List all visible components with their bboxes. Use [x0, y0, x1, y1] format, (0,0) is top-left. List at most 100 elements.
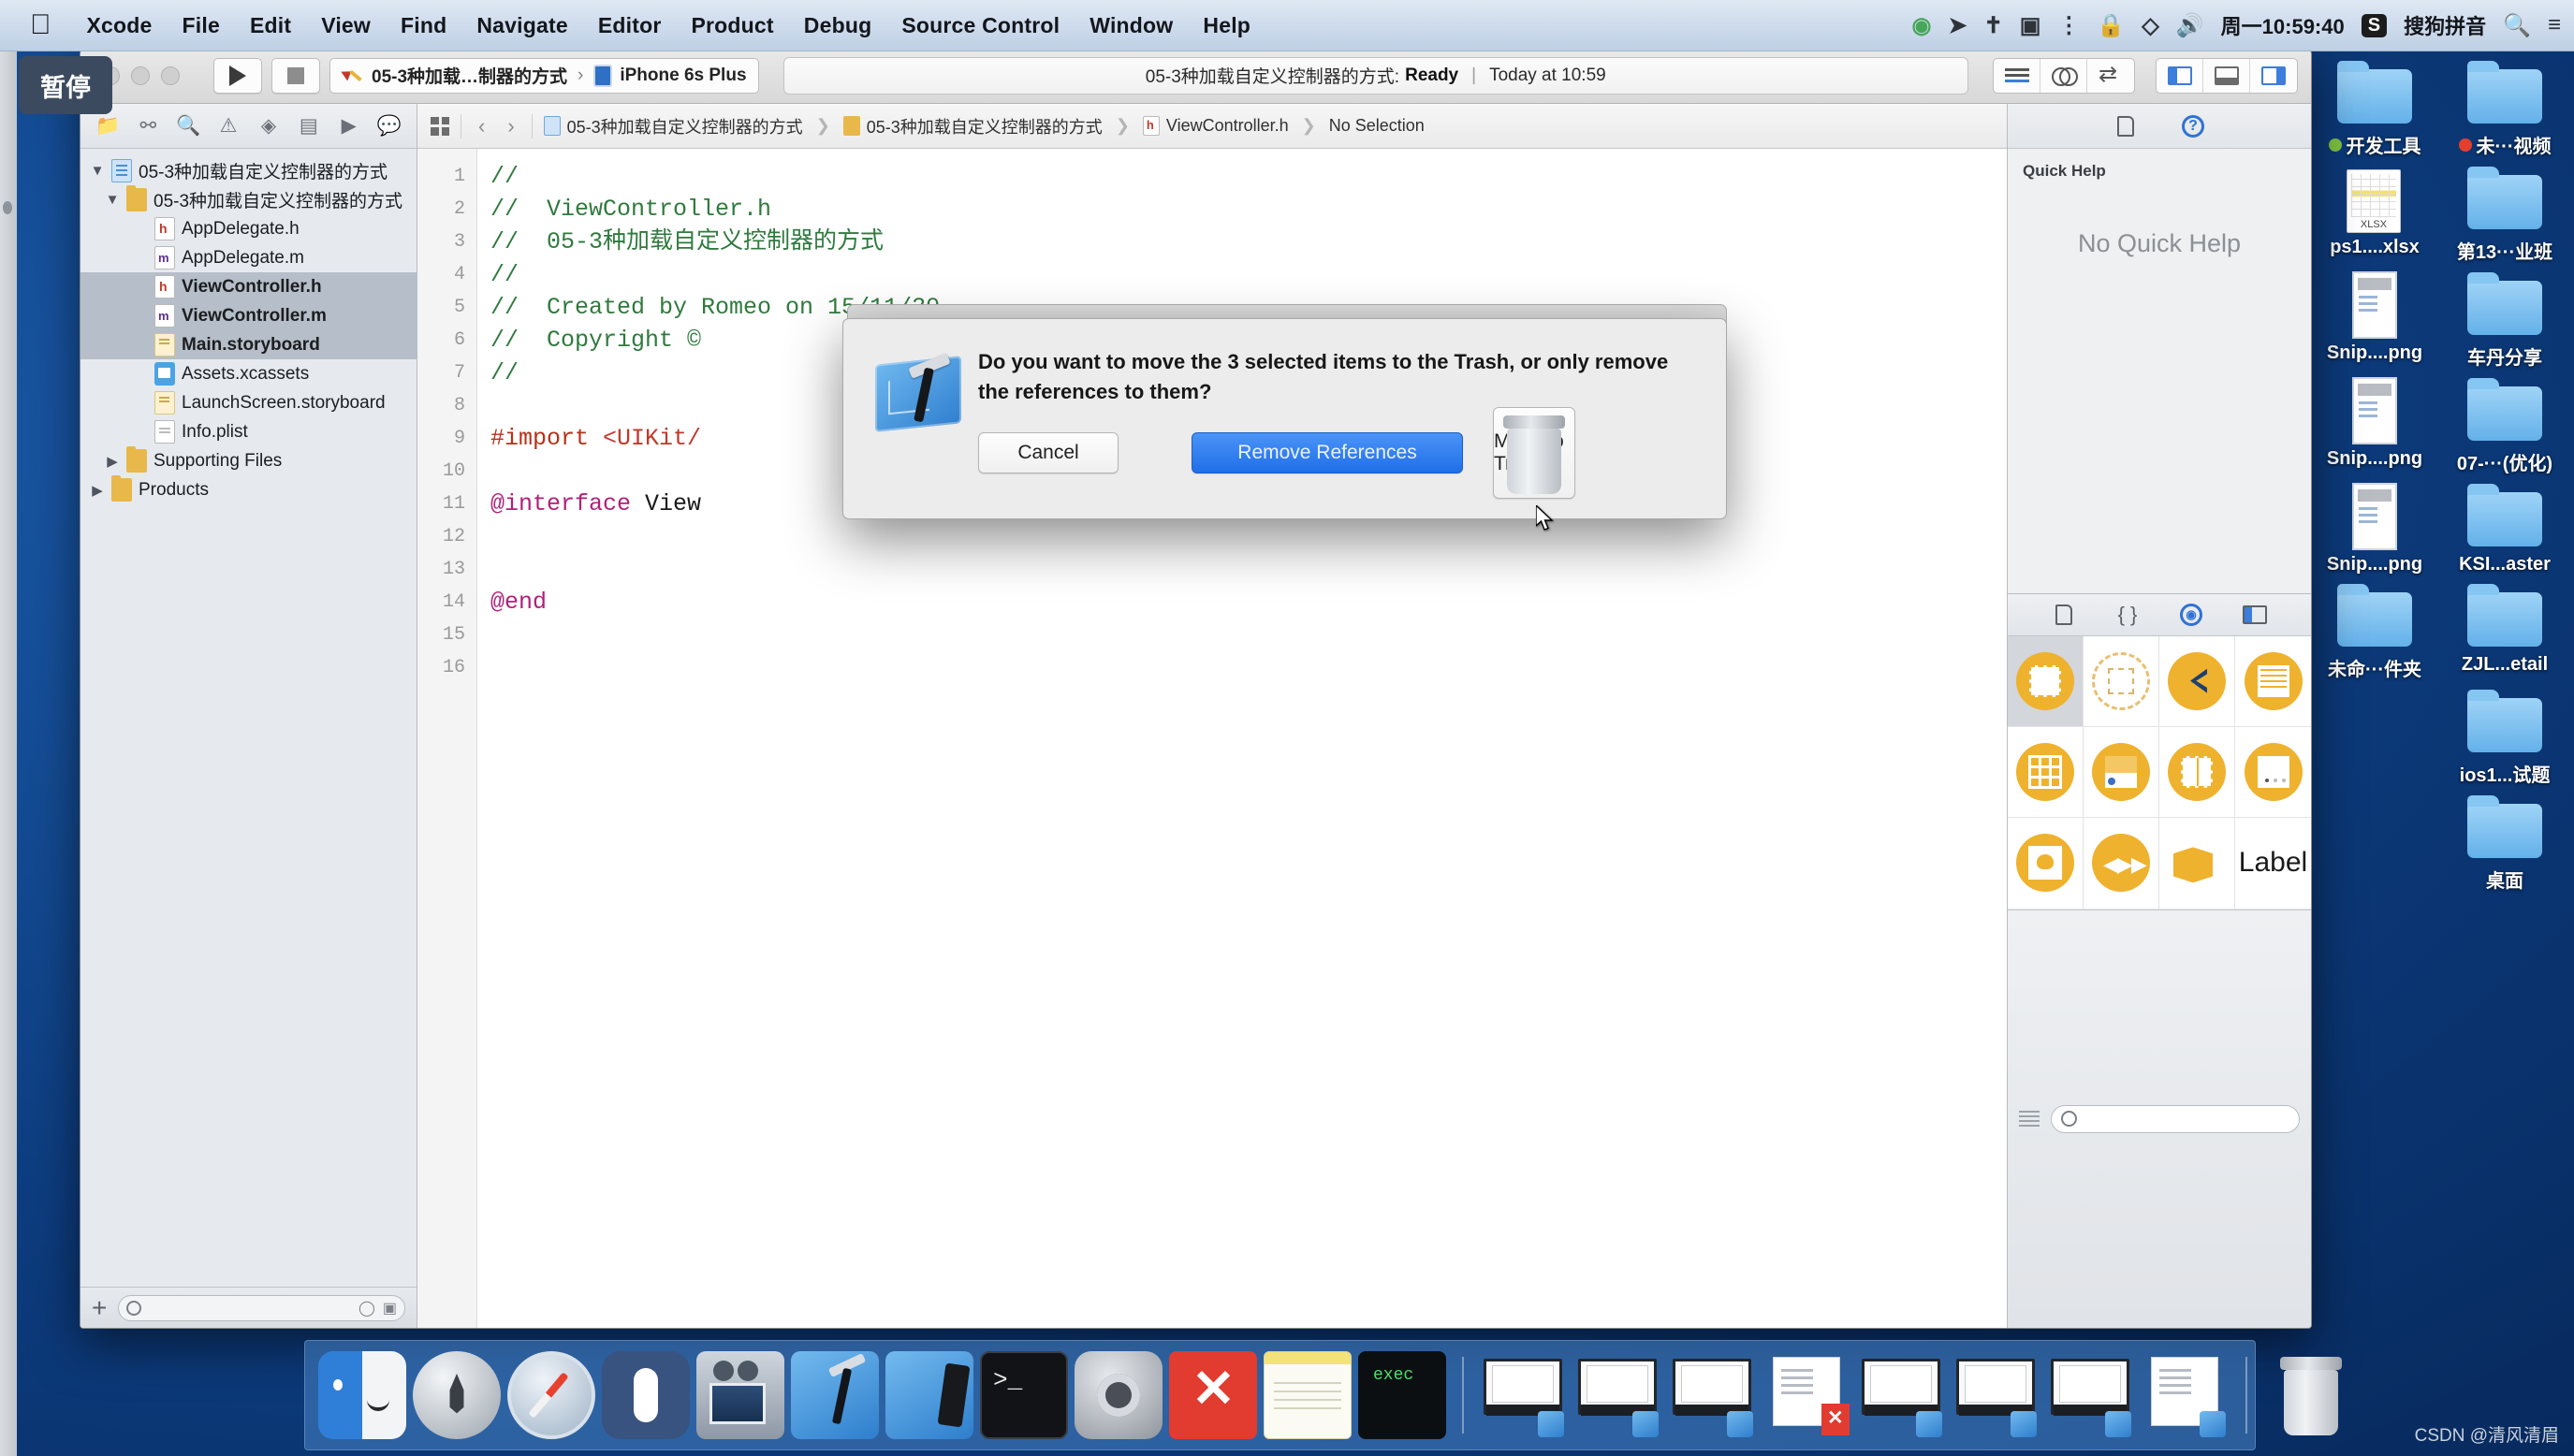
menu-item-edit[interactable]: Edit [235, 13, 306, 38]
file-tree-row[interactable]: ViewController.h [80, 272, 417, 301]
test-navigator-tab[interactable]: ◈ [255, 114, 283, 138]
navigator-filter-tail-icons[interactable]: ◯ ▣ [358, 1299, 397, 1318]
utilities-panel[interactable]: ? Quick Help No Quick Help { } ◉ ◀▶▶ Lab… [2007, 104, 2311, 1328]
dock-terminal-icon[interactable] [980, 1351, 1068, 1439]
desktop-icon[interactable] [2314, 793, 2435, 893]
menu-item-help[interactable]: Help [1188, 13, 1265, 38]
library-item-tab-bar-controller[interactable] [2084, 726, 2159, 819]
navigator-filter-field[interactable]: ◯ ▣ [118, 1294, 405, 1321]
file-tree-row[interactable]: ViewController.m [80, 301, 417, 330]
dock-minimized-xmind-doc[interactable] [1763, 1355, 1851, 1435]
editor-jump-bar[interactable]: ‹ › 05-3种加载自定义控制器的方式 ❯ 05-3种加载自定义控制器的方式 … [417, 104, 2007, 149]
desktop-icon[interactable]: Snip....png [2314, 481, 2435, 575]
code-line[interactable]: // [490, 160, 2007, 193]
file-tree-row[interactable]: ▼ 05-3种加载自定义控制器的方式 [80, 185, 417, 214]
file-tree-row[interactable]: LaunchScreen.storyboard [80, 388, 417, 417]
search-icon[interactable]: 🔍 [2503, 12, 2531, 39]
quick-help-tab[interactable]: ? [2181, 114, 2205, 138]
source-control-filter-icon[interactable]: ▣ [383, 1299, 397, 1318]
desktop-icon[interactable]: 车丹分享 [2444, 269, 2566, 370]
find-navigator-tab[interactable]: 🔍 [174, 114, 202, 138]
debug-navigator-tab[interactable]: ▤ [295, 114, 323, 138]
version-editor-button[interactable] [2087, 59, 2134, 93]
file-inspector-tab[interactable] [2113, 114, 2138, 138]
desktop-icon[interactable] [2314, 687, 2435, 787]
disclosure-triangle-icon[interactable]: ▶ [105, 453, 120, 470]
disclosure-triangle-icon[interactable]: ▼ [105, 192, 120, 208]
library-item-av-player[interactable]: ◀▶▶ [2084, 818, 2159, 910]
media-library-tab[interactable] [2243, 603, 2267, 627]
project-file-tree[interactable]: ▼ 05-3种加载自定义控制器的方式 ▼ 05-3种加载自定义控制器的方式 AppDel… [80, 149, 417, 1287]
add-file-button[interactable]: + [92, 1294, 107, 1321]
code-line[interactable] [490, 651, 2007, 684]
dock-trash-icon[interactable] [2271, 1349, 2353, 1441]
desktop-icon[interactable]: KSI...aster [2444, 481, 2566, 575]
breakpoint-navigator-tab[interactable]: ▶ [335, 114, 363, 138]
dock-minimized-window-5[interactable] [1952, 1355, 2040, 1437]
issue-navigator-tab[interactable]: ⚠ [214, 114, 242, 138]
file-tree-row[interactable]: ▶ Products [80, 475, 417, 504]
navigator-tab-bar[interactable]: 📁 ⚯ 🔍 ⚠ ◈ ▤ ▶ 💬 [80, 104, 417, 149]
related-items-icon[interactable] [431, 116, 449, 136]
pause-overlay-badge[interactable]: 暂停 [19, 56, 112, 114]
ime-badge[interactable]: S [2361, 13, 2388, 37]
code-line[interactable] [490, 520, 2007, 553]
project-navigator-tab[interactable]: 📁 [94, 114, 122, 138]
dock-safari-icon[interactable] [507, 1351, 595, 1439]
object-library-tab[interactable]: ◉ [2179, 603, 2203, 627]
code-line[interactable]: @end [490, 586, 2007, 619]
go-back-button[interactable]: ‹ [473, 114, 490, 138]
menu-item-editor[interactable]: Editor [583, 13, 677, 38]
toggle-utilities-button[interactable] [2250, 59, 2297, 93]
code-line[interactable]: // ViewController.h [490, 193, 2007, 226]
library-item-table-view-controller[interactable] [2235, 636, 2311, 727]
file-tree-row[interactable]: AppDelegate.h [80, 214, 417, 243]
dock-quicktime-icon[interactable] [696, 1351, 784, 1439]
stop-button[interactable] [271, 57, 320, 94]
code-line[interactable]: // 05-3种加载自定义控制器的方式 [490, 226, 2007, 258]
panel-toggle-group[interactable] [2156, 57, 2298, 94]
macos-menu-bar[interactable]:  Xcode File Edit View Find Navigate Edi… [0, 0, 2574, 51]
minimize-window-button[interactable] [131, 66, 150, 85]
file-tree-row[interactable]: Info.plist [80, 417, 417, 446]
move-to-trash-button[interactable]: Move to Trash [1493, 406, 1575, 499]
library-item-view-controller[interactable] [2008, 635, 2084, 727]
menu-bar-status-area[interactable]: ◉ ➤ ✝ ▣ ⋮ 🔒 ◇ 🔊 周一10:59:40 S 搜狗拼音 🔍 ≡ [1912, 10, 2561, 40]
toggle-debug-button[interactable] [2203, 58, 2250, 93]
file-tree-row[interactable]: AppDelegate.m [80, 243, 417, 272]
menu-item-navigate[interactable]: Navigate [461, 13, 582, 38]
library-item-storyboard-reference[interactable] [2084, 635, 2159, 727]
breadcrumb-project[interactable]: 05-3种加载自定义控制器的方式 [543, 114, 803, 138]
xcode-toolbar[interactable]: 05-3种加载…制器的方式 › iPhone 6s Plus 05-3种加载自定… [80, 48, 2311, 104]
source-control-navigator-tab[interactable]: ⚯ [134, 114, 162, 138]
dock-system-preferences-icon[interactable] [1075, 1351, 1163, 1439]
navigator-panel[interactable]: 📁 ⚯ 🔍 ⚠ ◈ ▤ ▶ 💬 ▼ 05-3种加载自定义控制器的方式 ▼ 05-3种加… [80, 104, 417, 1328]
menu-item-file[interactable]: File [168, 13, 235, 38]
screen-record-icon[interactable]: ▣ [2020, 12, 2041, 39]
scheme-selector[interactable]: 05-3种加载…制器的方式 › iPhone 6s Plus [329, 57, 759, 94]
desktop-icon[interactable]: Snip....png [2314, 269, 2435, 370]
file-tree-row[interactable]: ▼ 05-3种加载自定义控制器的方式 [80, 156, 417, 185]
dock-xmind-icon[interactable] [1169, 1351, 1257, 1439]
zoom-window-button[interactable] [161, 66, 180, 85]
disclosure-triangle-icon[interactable]: ▼ [90, 163, 105, 179]
code-line[interactable] [490, 619, 2007, 651]
report-navigator-tab[interactable]: 💬 [375, 114, 403, 138]
code-line[interactable] [490, 553, 2007, 586]
library-filter-field[interactable] [2051, 1104, 2300, 1133]
shield-icon[interactable]: ◇ [2142, 12, 2158, 39]
library-item-label[interactable]: Label [2235, 818, 2311, 910]
library-item-split-view-controller[interactable] [2159, 726, 2235, 819]
editor-mode-group[interactable] [1993, 57, 2135, 94]
dock-xcode-device-icon[interactable] [885, 1351, 973, 1439]
breadcrumb-file[interactable]: ViewController.h [1142, 116, 1289, 136]
file-tree-row[interactable]: Main.storyboard [80, 330, 417, 359]
disclosure-triangle-icon[interactable]: ▶ [90, 482, 105, 499]
lock-icon[interactable]: 🔒 [2097, 12, 2125, 39]
clock-icon[interactable]: ◯ [358, 1299, 375, 1318]
toggle-navigator-button[interactable] [2157, 58, 2203, 93]
run-button[interactable] [213, 57, 262, 94]
menu-item-window[interactable]: Window [1075, 13, 1188, 38]
desktop-icon[interactable]: 未命···件夹 [2314, 581, 2435, 681]
dock-minimized-window-3[interactable] [1669, 1355, 1757, 1437]
